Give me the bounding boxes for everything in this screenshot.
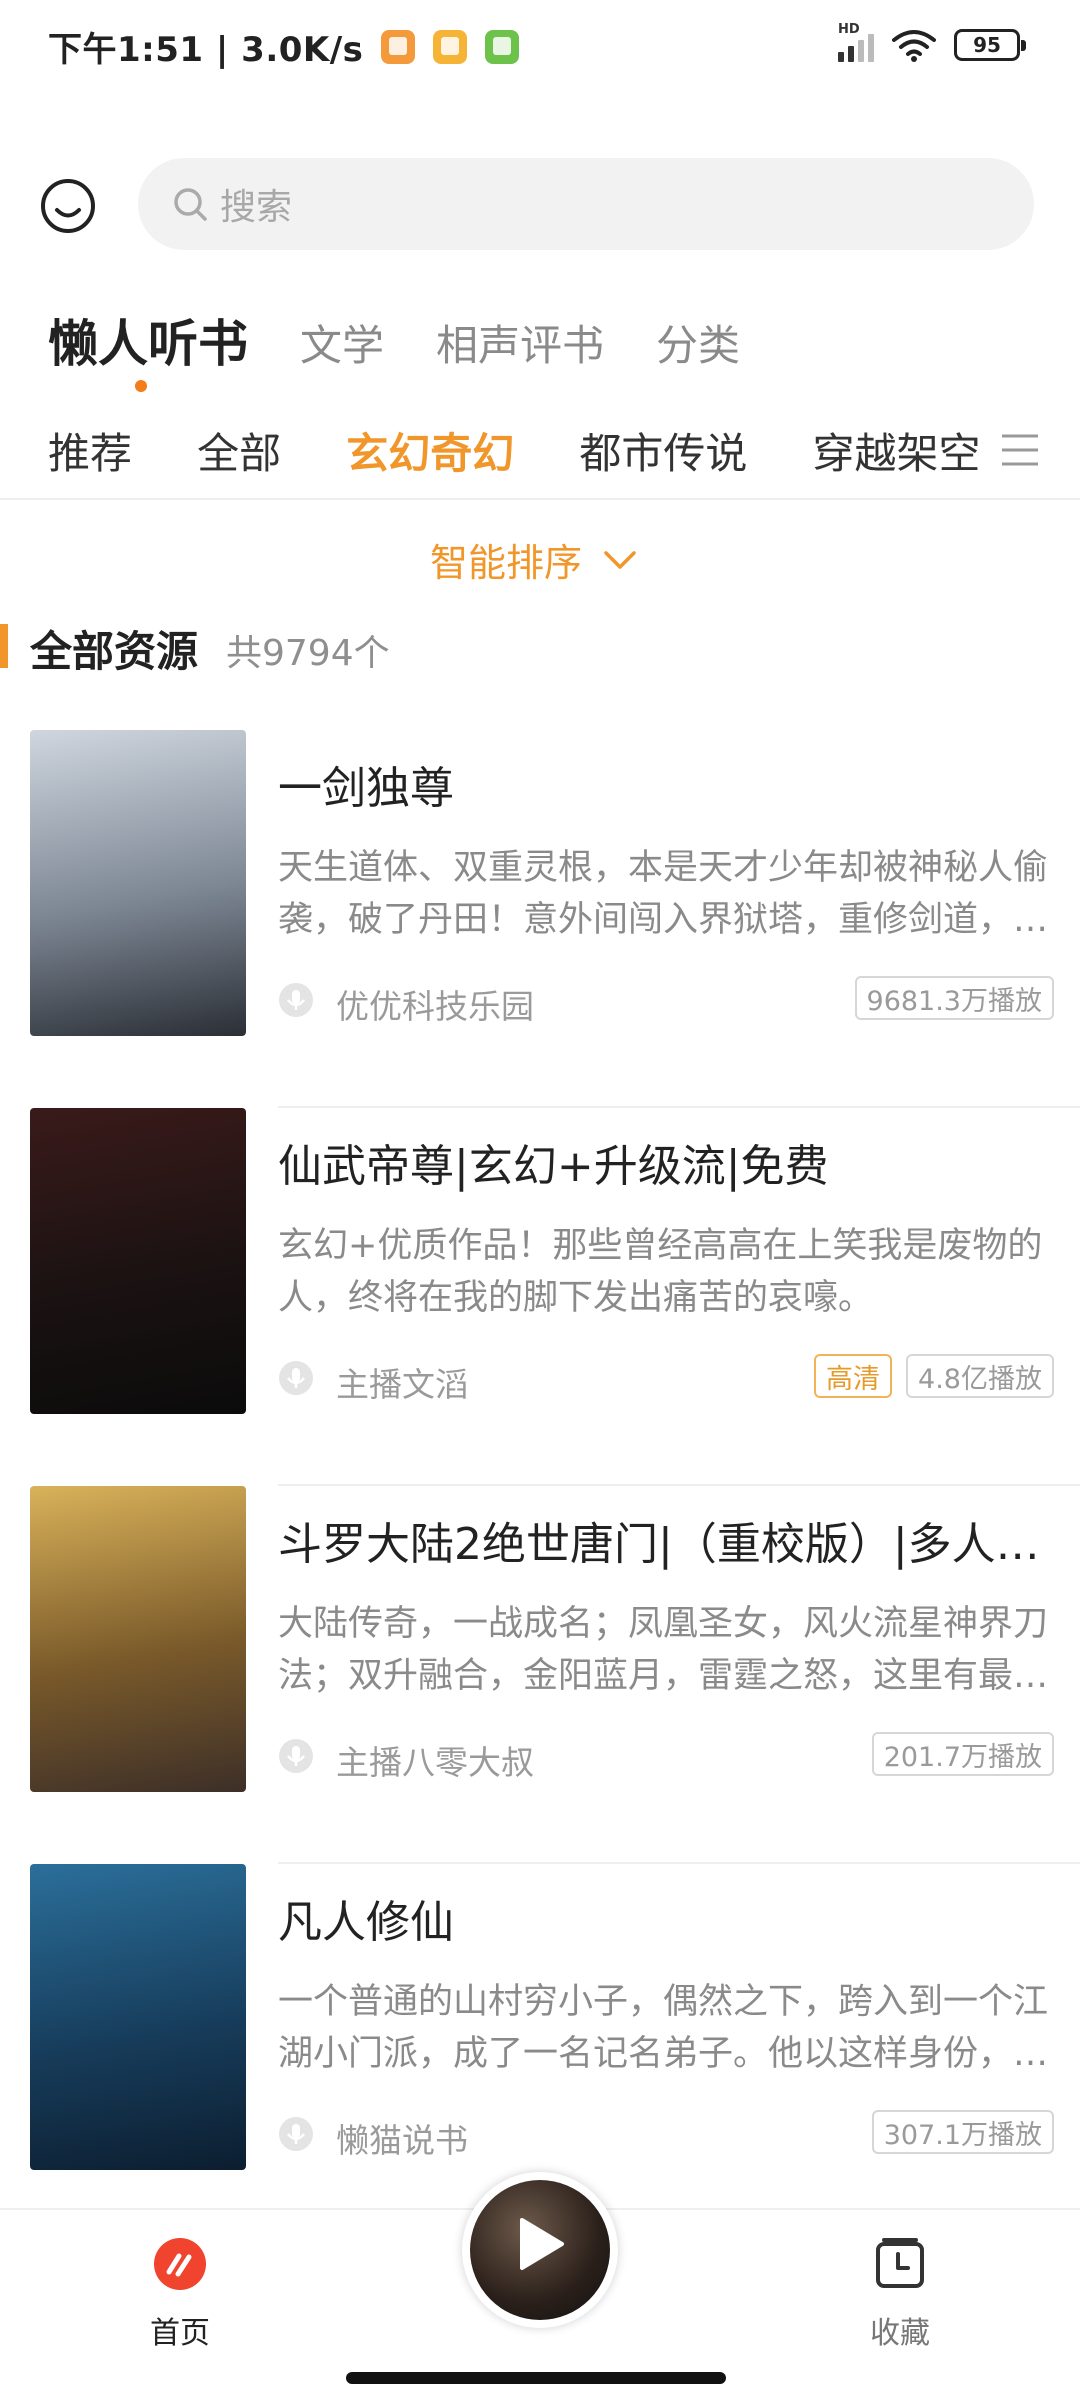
book-cover [30,1864,246,2170]
status-left: 下午1:51 | 3.0K/s [48,22,520,71]
favorites-icon [876,2238,924,2288]
nav-home[interactable]: 首页 [130,2236,230,2352]
tab-category[interactable]: 分类 [656,300,740,373]
hd-label: HD [838,22,860,37]
book-tags: 高清 4.8亿播放 [814,1354,1054,1398]
book-tags: 201.7万播放 [871,1732,1054,1776]
home-icon [154,2238,206,2290]
notification-app-icon [381,29,416,64]
tab-label: 懒人听书 [48,315,248,373]
anchor-name: 懒猫说书 [336,2121,468,2160]
notification-folder-icon [433,29,468,64]
nav-home-label: 首页 [150,2316,210,2351]
tab-crosstalk[interactable]: 相声评书 [436,300,604,373]
notification-download-icon [485,29,520,64]
book-description: 玄幻+优质作品！那些曾经高高在上笑我是废物的人，终将在我的脚下发出痛苦的哀嚎。 [278,1226,1043,1318]
home-indicator [346,2372,726,2384]
list-item[interactable]: 仙武帝尊|玄幻+升级流|免费 玄幻+优质作品！那些曾经高高在上笑我是废物的人，终… [0,1108,1080,1486]
nav-favorites[interactable]: 收藏 [850,2236,950,2352]
play-count-badge: 201.7万播放 [871,1732,1054,1776]
menu-icon[interactable] [998,430,1042,470]
battery-level: 95 [973,33,1001,57]
anchor-name: 优优科技乐园 [336,987,534,1026]
book-title: 凡人修仙 [278,1897,454,1948]
category-row: 推荐 全部 玄幻奇幻 都市传说 穿越架空 [0,410,1080,500]
hq-badge: 高清 [814,1354,893,1398]
book-cover [30,1108,246,1414]
status-bar: 下午1:51 | 3.0K/s HD 95 [0,0,1080,96]
microphone-icon [279,983,313,1017]
play-count-badge: 307.1万播放 [871,2110,1054,2154]
book-cover [30,1486,246,1792]
active-tab-indicator [135,380,147,392]
play-count-badge: 4.8亿播放 [906,1354,1054,1398]
tab-literature[interactable]: 文学 [300,300,384,373]
microphone-icon [279,2117,313,2151]
book-description: 天生道体、双重灵根，本是天才少年却被神秘人偷袭，破了丹田！意外间闯入界狱塔，重修… [278,848,1049,940]
list-item[interactable]: 一剑独尊 天生道体、双重灵根，本是天才少年却被神秘人偷袭，破了丹田！意外间闯入界… [0,730,1080,1108]
category-time-travel[interactable]: 穿越架空 [812,420,978,481]
anchor-name: 主播文滔 [336,1365,468,1404]
tab-label: 分类 [656,321,741,370]
category-fantasy[interactable]: 玄幻奇幻 [346,420,514,481]
category-recommend[interactable]: 推荐 [48,420,132,481]
book-title: 斗罗大陆2绝世唐门|（重校版）|多人有声剧 [278,1519,1058,1570]
battery-icon: 95 [954,29,1026,61]
list-item[interactable]: 斗罗大陆2绝世唐门|（重校版）|多人有声剧 大陆传奇，一战成名；凤凰圣女，风火流… [0,1486,1080,1864]
profile-smile-icon[interactable] [40,178,96,234]
chevron-down-icon [604,550,636,569]
signal-icon: HD [838,22,874,62]
book-description: 大陆传奇，一战成名；凤凰圣女，风火流星神界刀法；双升融合，金阳蓝月，雷霆之怒，这… [278,1604,1049,1696]
category-urban[interactable]: 都市传说 [579,420,747,481]
play-icon [520,2218,564,2270]
book-tags: 9681.3万播放 [854,976,1054,1020]
category-scroll[interactable]: 推荐 全部 玄幻奇幻 都市传说 穿越架空 [48,420,978,490]
nav-favorites-label: 收藏 [870,2316,930,2351]
status-time-speed: 下午1:51 | 3.0K/s [48,30,364,70]
book-description: 一个普通的山村穷小子，偶然之下，跨入到一个江湖小门派，成了一名记名弟子。他以这样… [278,1982,1049,2074]
category-all[interactable]: 全部 [197,420,281,481]
sort-dropdown[interactable]: 智能排序 [430,532,640,587]
microphone-icon [279,1361,313,1395]
status-right: HD 95 [838,22,1026,62]
section-count: 共9794个 [226,633,390,674]
top-tabs: 懒人听书 文学 相声评书 分类 [48,300,792,400]
search-input[interactable]: 搜索 [138,158,1034,250]
book-title: 一剑独尊 [278,763,454,814]
search-icon [174,188,207,221]
mini-player-button[interactable] [462,2172,618,2328]
wifi-icon [892,30,936,62]
book-tags: 307.1万播放 [871,2110,1054,2154]
tab-label: 相声评书 [436,321,605,370]
anchor-name: 主播八零大叔 [336,1743,534,1782]
microphone-icon [279,1739,313,1773]
section-title: 全部资源 [30,627,199,676]
book-title: 仙武帝尊|玄幻+升级流|免费 [278,1141,829,1192]
tab-label: 文学 [300,321,385,370]
section-marker [0,624,8,668]
tab-lanren[interactable]: 懒人听书 [48,300,248,392]
play-count-badge: 9681.3万播放 [854,976,1054,1020]
book-cover [30,730,246,1036]
search-placeholder: 搜索 [220,187,293,228]
sort-label: 智能排序 [430,541,583,585]
